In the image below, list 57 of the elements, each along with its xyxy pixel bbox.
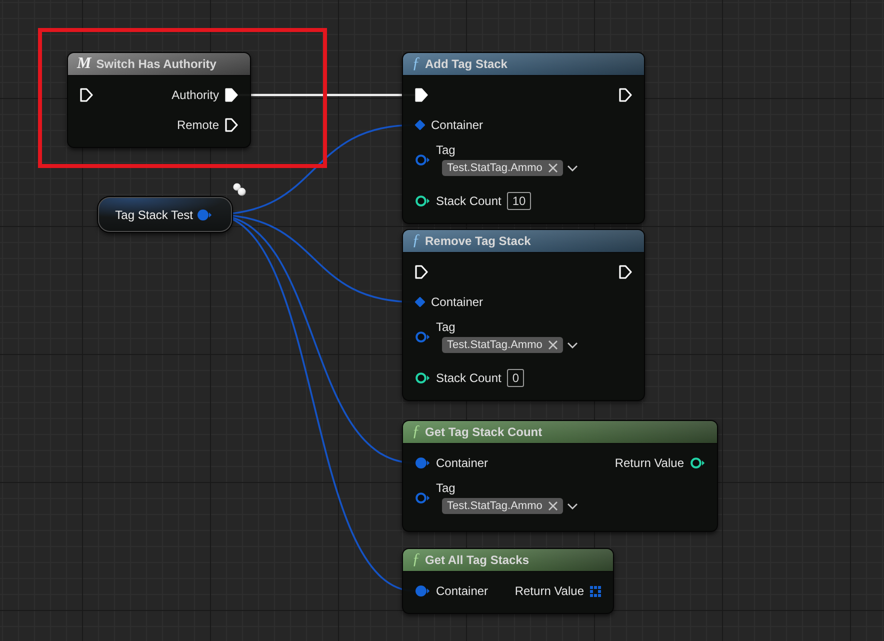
pure-function-node[interactable]: ƒ Get Tag Stack Count Container Return Value Tag Test.StatTag.Ammo	[402, 420, 718, 532]
node-title: Add Tag Stack	[425, 57, 508, 71]
exec-pin-icon[interactable]	[225, 88, 238, 102]
pin-label: Tag	[436, 320, 456, 334]
number-field[interactable]: 10	[507, 192, 531, 210]
circle-pin-icon[interactable]	[197, 208, 212, 220]
pin-label: Tag	[436, 143, 456, 157]
ring-pin-icon[interactable]	[690, 457, 705, 469]
pin-label: Remote	[176, 118, 219, 132]
number-field[interactable]: 0	[507, 369, 524, 387]
chevron-down-icon[interactable]	[567, 502, 578, 510]
pin-label: Return Value	[614, 456, 684, 470]
node-title: Remove Tag Stack	[425, 234, 531, 248]
function-icon: ƒ	[412, 56, 420, 72]
exec-pin-icon[interactable]	[415, 88, 428, 102]
macro-node[interactable]: M Switch Has Authority Authority Remote	[67, 52, 251, 148]
tag-chip[interactable]: Test.StatTag.Ammo	[442, 337, 564, 353]
exec-pin-icon[interactable]	[225, 118, 238, 132]
chevron-down-icon[interactable]	[567, 164, 578, 172]
macro-icon: M	[77, 56, 92, 72]
chevron-down-icon[interactable]	[567, 342, 578, 348]
function-node[interactable]: ƒ Add Tag Stack Container Tag Test.StatTag.Ammo Stack Count 10	[402, 52, 645, 224]
circle-pin-icon[interactable]	[415, 585, 430, 597]
pure-function-node[interactable]: ƒ Get All Tag Stacks Container Return Value	[402, 548, 614, 614]
pin-label: Container	[431, 118, 484, 132]
grid-pin-icon[interactable]	[590, 586, 601, 596]
diamond-pin-icon[interactable]	[415, 120, 425, 130]
pin-label: Return Value	[514, 584, 584, 598]
function-icon: ƒ	[412, 552, 420, 568]
circle-pin-icon[interactable]	[415, 457, 430, 469]
node-title: Switch Has Authority	[96, 57, 216, 71]
pin-label: Stack Count	[436, 194, 502, 208]
exec-pin-icon[interactable]	[619, 265, 632, 279]
clear-icon[interactable]	[548, 340, 558, 350]
pin-label: Tag	[436, 481, 456, 495]
clear-icon[interactable]	[548, 501, 558, 511]
exec-pin-icon[interactable]	[415, 265, 428, 279]
node-title: Get All Tag Stacks	[425, 553, 530, 567]
pin-label: Stack Count	[436, 371, 502, 385]
variable-node[interactable]: Tag Stack Test	[98, 197, 232, 232]
tag-chip[interactable]: Test.StatTag.Ammo	[442, 498, 564, 514]
variable-name: Tag Stack Test	[115, 208, 193, 222]
exec-pin-icon[interactable]	[619, 88, 632, 102]
ring-pin-icon[interactable]	[415, 195, 430, 207]
pin-label: Container	[431, 295, 484, 309]
pin-label: Container	[436, 584, 488, 598]
function-node[interactable]: ƒ Remove Tag Stack Container Tag Test.StatTag.Ammo Stack Count 0	[402, 229, 645, 401]
function-icon: ƒ	[412, 233, 420, 249]
clear-icon[interactable]	[548, 163, 558, 173]
node-title: Get Tag Stack Count	[425, 425, 542, 439]
pin-label: Authority	[172, 88, 219, 102]
exec-pin-icon[interactable]	[80, 88, 93, 102]
pin-label: Container	[436, 456, 488, 470]
diamond-pin-icon[interactable]	[415, 297, 425, 307]
tag-chip[interactable]: Test.StatTag.Ammo	[442, 160, 564, 176]
ring-pin-icon[interactable]	[415, 372, 430, 384]
function-icon: ƒ	[412, 424, 420, 440]
